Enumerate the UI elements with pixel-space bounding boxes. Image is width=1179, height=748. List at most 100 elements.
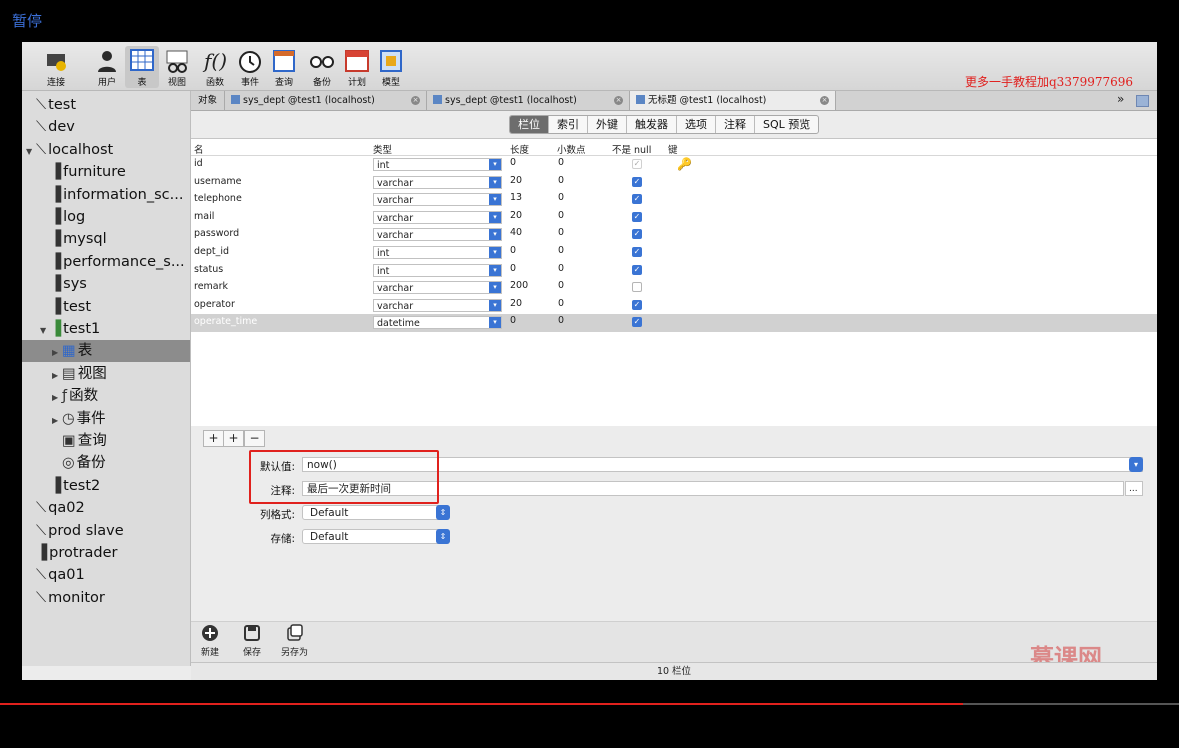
field-type-select[interactable]: int ▾ [373,246,502,259]
not-null-checkbox[interactable]: ✓ [632,194,642,205]
toolbar-connection-button[interactable]: 连接 [39,46,73,88]
sidebar-item-monitor[interactable]: ⟍ monitor [22,587,190,609]
not-null-checkbox[interactable]: ✓ [632,176,642,187]
field-decimals[interactable]: 0 [558,210,564,221]
sidebar-item-prod-slave[interactable]: ⟍ prod slave [22,520,190,542]
not-null-checkbox[interactable]: ✓ [632,247,642,257]
sidebar-item-mysql[interactable]: ▐ mysql [22,228,190,250]
table-row[interactable]: operator varchar ▾ 20 0 ✓ [191,297,1157,315]
add-field-button[interactable]: + [203,430,224,447]
sidebar-item-furniture[interactable]: ▐ furniture [22,161,190,183]
chevron-down-icon[interactable]: ▾ [489,299,501,311]
remove-field-button[interactable]: − [244,430,265,447]
sidebar-item-test[interactable]: ▐ test [22,296,190,318]
toolbar-model-button[interactable]: 模型 [374,46,408,88]
segment-tab[interactable]: 注释 [716,116,755,133]
toolbar-event-button[interactable]: 事件 [233,46,267,88]
disclosure-closed-icon[interactable]: ▶ [52,342,62,362]
new-button[interactable]: 新建 [201,624,219,658]
not-null-checkbox[interactable]: ✓ [632,229,642,240]
chevron-down-icon[interactable]: ▾ [1129,457,1143,472]
save-as-button[interactable]: 另存为 [281,624,308,658]
disclosure-open-icon[interactable]: ▼ [40,320,50,340]
field-type-select[interactable]: varchar ▾ [373,193,502,207]
segment-tab[interactable]: 触发器 [627,116,677,133]
sidebar-item--[interactable]: ▶ ƒ 函数 [22,385,190,407]
sidebar-item--[interactable]: ▶ ▦ 表 [22,340,190,363]
toolbar-function-button[interactable]: f() 函数 [198,46,232,88]
primary-key-icon[interactable]: 🔑 [677,157,692,171]
sidebar-item--[interactable]: ◎ 备份 [22,452,190,474]
field-type-select[interactable]: int ▾ [373,263,502,277]
toolbar-backup-button[interactable]: 备份 [305,46,339,88]
field-decimals[interactable]: 0 [558,175,564,186]
field-type-select[interactable]: varchar ▾ [373,175,502,189]
chevron-down-icon[interactable]: ▾ [489,229,501,241]
table-row[interactable]: password varchar ▾ 40 0 ✓ [191,226,1157,244]
field-name[interactable]: mail [194,211,214,222]
close-icon[interactable]: × [411,96,420,105]
sidebar-item--[interactable]: ▶ ◷ 事件 [22,408,190,430]
sidebar-item-test1[interactable]: ▼ ▐ test1 [22,318,190,340]
close-icon[interactable]: × [820,96,829,105]
sidebar-item-log[interactable]: ▐ log [22,206,190,228]
not-null-checkbox[interactable]: ✓ [632,159,642,169]
chevron-down-icon[interactable]: ▾ [489,176,501,188]
segment-tab[interactable]: 选项 [677,116,716,133]
field-length[interactable]: 0 [510,245,516,256]
field-name[interactable]: remark [194,281,228,292]
segment-tab[interactable]: 外键 [588,116,627,133]
sidebar-item-test[interactable]: ⟍ test [22,94,190,116]
video-progress-bar[interactable] [0,703,964,705]
not-null-checkbox[interactable]: ✓ [632,299,642,310]
field-length[interactable]: 40 [510,227,522,238]
field-decimals[interactable]: 0 [558,298,564,309]
tab-overflow-button[interactable]: » [1117,92,1124,106]
table-row[interactable]: username varchar ▾ 20 0 ✓ [191,174,1157,192]
field-length[interactable]: 0 [510,315,516,326]
not-null-checkbox[interactable]: ✓ [632,317,642,328]
segment-tab[interactable]: SQL 预览 [755,116,818,133]
sidebar-item-qa02[interactable]: ⟍ qa02 [22,497,190,519]
new-tab-icon[interactable] [1136,95,1149,107]
tab-sys-dept-2[interactable]: sys_dept @test1 (localhost) × [427,91,630,110]
chevron-down-icon[interactable]: ▾ [489,282,501,294]
field-length[interactable]: 0 [510,263,516,274]
segment-tab[interactable]: 索引 [549,116,588,133]
comment-more-button[interactable]: ... [1125,481,1143,496]
field-type-select[interactable]: datetime ▾ [373,316,502,330]
field-name[interactable]: status [194,264,223,275]
toolbar-user-button[interactable]: 用户 [90,46,124,88]
toolbar-schedule-button[interactable]: 计划 [340,46,374,88]
column-format-select[interactable]: Default ⇕ [302,505,450,520]
sidebar-item-localhost[interactable]: ▼ ⟍ localhost [22,139,190,161]
segment-tab[interactable]: 栏位 [510,116,549,133]
pause-label[interactable]: 暂停 [12,10,42,31]
not-null-checkbox[interactable]: ✓ [632,264,642,275]
field-length[interactable]: 200 [510,280,528,291]
sidebar-item-information-sc-[interactable]: ▐ information_sc... [22,184,190,206]
disclosure-closed-icon[interactable]: ▶ [52,410,62,430]
sidebar-item--[interactable]: ▶ ▤ 视图 [22,363,190,385]
field-name[interactable]: telephone [194,193,242,204]
tab-objects[interactable]: 对象 [191,91,225,110]
sidebar-item-performance-s-[interactable]: ▐ performance_s... [22,251,190,273]
sidebar-item-protrader[interactable]: ▐ protrader [22,542,190,564]
sidebar-item-test2[interactable]: ▐ test2 [22,475,190,497]
field-type-select[interactable]: varchar ▾ [373,281,502,295]
disclosure-closed-icon[interactable]: ▶ [52,365,62,385]
table-row[interactable]: remark varchar ▾ 200 0 [191,279,1157,297]
field-decimals[interactable]: 0 [558,192,564,203]
chevron-down-icon[interactable]: ▾ [489,247,501,258]
toolbar-query-button[interactable]: 查询 [267,46,301,88]
field-type-select[interactable]: varchar ▾ [373,298,502,312]
storage-select[interactable]: Default ⇕ [302,529,450,544]
video-progress-remaining[interactable] [963,703,1179,705]
field-decimals[interactable]: 0 [558,245,564,256]
sidebar-item-sys[interactable]: ▐ sys [22,273,190,295]
chevron-down-icon[interactable]: ▾ [489,264,501,276]
sidebar-item-qa01[interactable]: ⟍ qa01 [22,564,190,586]
tab-sys-dept-1[interactable]: sys_dept @test1 (localhost) × [225,91,427,110]
field-decimals[interactable]: 0 [558,280,564,291]
field-decimals[interactable]: 0 [558,157,564,168]
